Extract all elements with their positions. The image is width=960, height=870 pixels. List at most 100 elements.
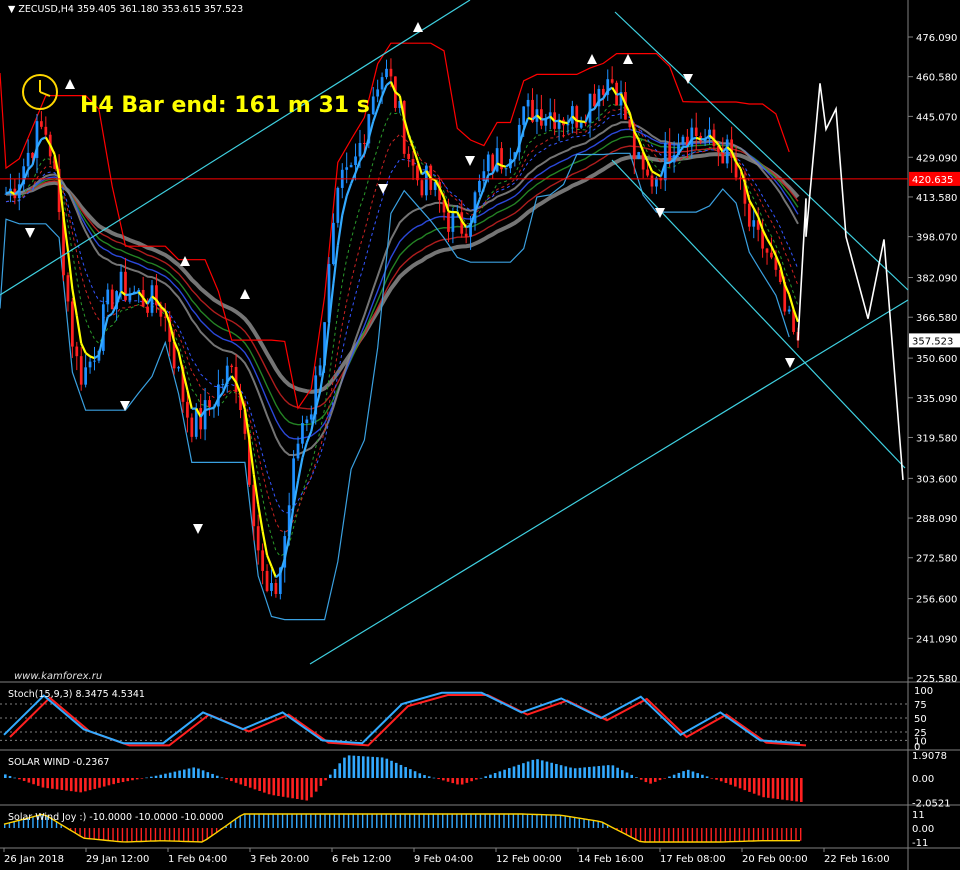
- solar-wind-joy-bar: [88, 828, 91, 839]
- solar-wind-bar: [432, 777, 436, 779]
- solar-wind-bar: [644, 778, 648, 783]
- solar-wind-joy-bar: [8, 822, 11, 828]
- candle-body: [637, 152, 641, 159]
- solar-wind-bar: [121, 778, 125, 783]
- solar-wind-joy-bar: [715, 828, 717, 842]
- solar-wind-joy-bar: [442, 814, 444, 828]
- smooth-signal-segment: [691, 136, 697, 141]
- solar-wind-bar: [790, 778, 794, 801]
- solar-wind-bar: [800, 778, 803, 802]
- solar-wind-bar: [272, 778, 276, 796]
- smooth-signal-segment: [576, 119, 582, 123]
- solar-wind-joy-bar: [479, 814, 482, 828]
- candle-body: [217, 384, 220, 407]
- candle-body: [106, 289, 110, 305]
- solar-wind-joy-bar: [352, 814, 354, 828]
- solar-wind-joy-bar: [653, 828, 656, 842]
- solar-wind-joy-bar: [545, 814, 548, 828]
- solar-wind-joy-bar: [672, 828, 675, 842]
- solar-wind-joy-bar: [540, 814, 543, 828]
- solar-wind-joy-bar: [724, 828, 727, 842]
- solar-wind-bar: [663, 778, 667, 779]
- solar-wind-bar: [776, 778, 780, 800]
- candle-body: [504, 168, 508, 170]
- solar-wind-bar: [517, 764, 520, 778]
- time-tick-label: 1 Feb 04:00: [168, 854, 227, 865]
- time-tick-label: 14 Feb 16:00: [578, 854, 644, 865]
- solar-wind-joy-bar: [465, 814, 467, 828]
- solar-wind-joy-bar: [84, 828, 86, 839]
- solar-wind-bar: [512, 766, 516, 778]
- candle-body: [345, 167, 349, 170]
- candle-body: [66, 275, 70, 302]
- solar-wind-joy-bar: [635, 828, 637, 840]
- solar-wind-bar: [738, 778, 742, 789]
- solar-wind-bar: [357, 755, 360, 778]
- solar-wind-joy-bar: [498, 814, 500, 828]
- solar-wind-bar: [93, 778, 97, 789]
- solar-wind-bar: [522, 763, 525, 778]
- price-tick-label: 241.090: [916, 634, 957, 645]
- solar-wind-level-label: 0.00: [912, 774, 934, 785]
- solar-wind-bar: [27, 778, 31, 783]
- solar-wind-bar: [446, 778, 450, 782]
- solar-wind-joy-bar: [437, 814, 439, 828]
- solar-wind-joy-bar: [536, 814, 538, 828]
- candle-body: [650, 175, 654, 187]
- candle-body: [354, 156, 357, 166]
- solar-wind-bar: [729, 778, 732, 785]
- solar-wind-bar: [300, 778, 304, 800]
- solar-wind-joy-bar: [305, 814, 307, 828]
- solar-wind-joy-bar: [493, 814, 496, 828]
- candle-body: [186, 401, 189, 418]
- solar-wind-bar: [621, 770, 624, 778]
- candle-body: [593, 93, 596, 107]
- solar-wind-bar: [752, 778, 756, 794]
- candle-body: [770, 252, 773, 258]
- solar-wind-bar: [602, 765, 605, 778]
- candle-body: [119, 271, 123, 292]
- solar-wind-bar: [286, 778, 290, 798]
- solar-wind-bar: [503, 769, 506, 778]
- candle-body: [570, 106, 574, 124]
- solar-wind-bar: [409, 769, 412, 778]
- time-tick-label: 3 Feb 20:00: [250, 854, 309, 865]
- candle-body: [177, 367, 180, 369]
- time-tick-label: 20 Feb 00:00: [742, 854, 808, 865]
- stoch-level-label: 75: [914, 700, 927, 711]
- solar-wind-joy-bar: [696, 828, 698, 842]
- solar-wind-bar: [79, 778, 82, 793]
- candle-body: [663, 142, 667, 181]
- solar-wind-joy-bar: [234, 819, 237, 828]
- solar-wind-joy-bar: [427, 814, 430, 828]
- solar-wind-joy-bar: [738, 828, 741, 842]
- smooth-signal-segment: [209, 406, 215, 410]
- solar-wind-bar: [211, 773, 214, 778]
- solar-wind-joy-bar: [230, 822, 232, 828]
- solar-wind-joy-title: Solar Wind Joy :) -10.0000 -10.0000 -10.…: [8, 812, 224, 823]
- solar-wind-joy-bar: [394, 814, 397, 828]
- solar-wind-bar: [305, 778, 309, 801]
- solar-wind-bar: [258, 778, 261, 791]
- smooth-signal-segment: [204, 407, 210, 412]
- solar-wind-joy-bar: [277, 814, 279, 828]
- solar-wind-bar: [475, 778, 478, 780]
- solar-wind-bar: [705, 776, 709, 778]
- solar-wind-bar: [682, 771, 685, 778]
- solar-wind-bar: [154, 775, 158, 778]
- solar-wind-joy-bar: [644, 828, 646, 842]
- solar-wind-bar: [74, 778, 78, 792]
- candle-body: [575, 106, 579, 128]
- solar-wind-bar: [253, 778, 257, 790]
- solar-wind-joy-bar: [131, 828, 133, 842]
- solar-wind-bar: [328, 774, 332, 778]
- candle-body: [358, 142, 362, 157]
- solar-wind-joy-bar: [314, 814, 317, 828]
- solar-wind-bar: [442, 778, 445, 781]
- candle-body: [464, 233, 468, 237]
- candle-body: [451, 213, 455, 232]
- price-tick-label: 366.580: [916, 313, 957, 324]
- solar-wind-bar: [112, 778, 115, 785]
- candle-body: [787, 309, 791, 312]
- solar-wind-bar: [102, 778, 106, 787]
